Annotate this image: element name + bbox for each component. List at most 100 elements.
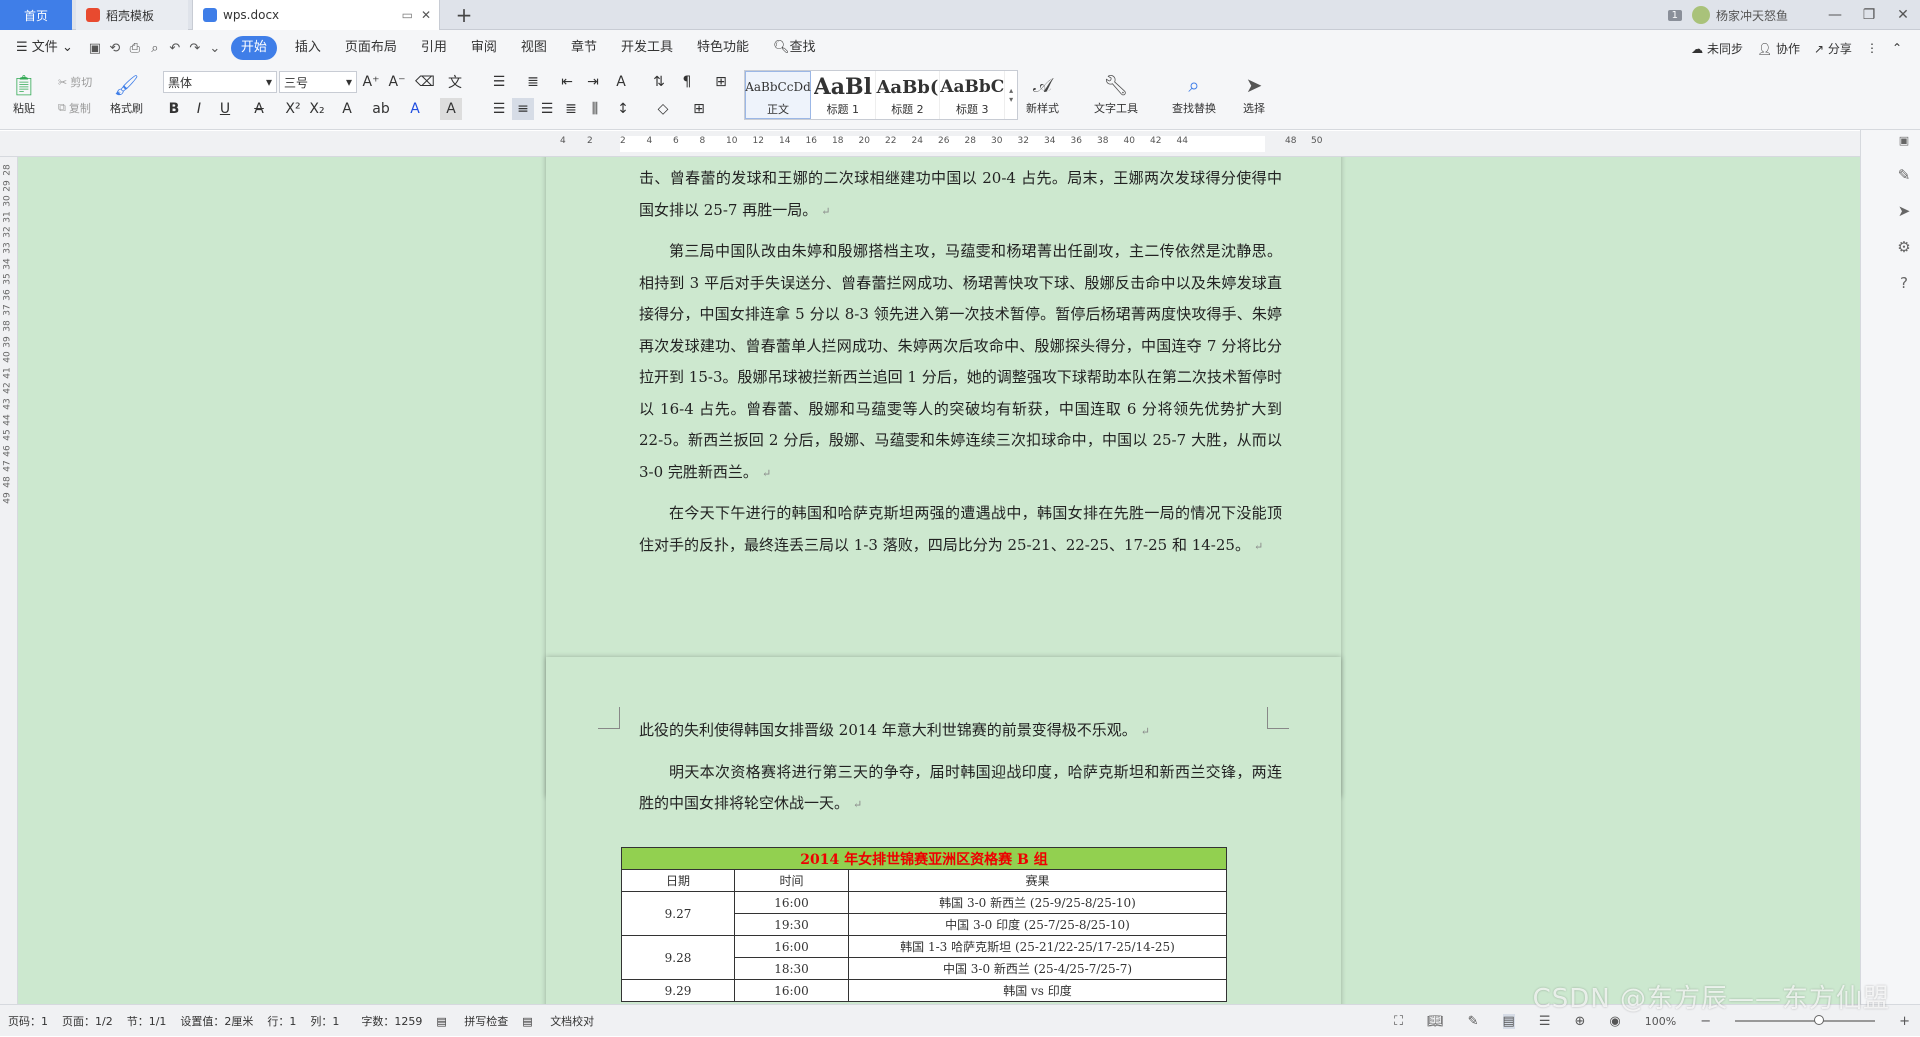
text-tools-button[interactable]: 🔧︎ 文字工具 [1094,72,1138,116]
status-pages[interactable]: 页面：1/2 [62,1013,113,1029]
pen-icon[interactable]: ✎ [1894,166,1914,186]
select-button[interactable]: ➤ 选择 [1240,72,1268,116]
paste-button[interactable]: 📋︎ 粘贴 [10,72,38,116]
new-tab-button[interactable]: + [452,3,476,27]
bullets-icon[interactable]: ☰ [488,71,510,93]
menu-review[interactable]: 审阅 [459,36,509,60]
quick-access-dropdown-icon[interactable]: ⌄ [205,38,225,58]
tab-pin-icon[interactable]: ▭ [402,8,413,22]
increase-indent-icon[interactable]: ⇥ [582,71,604,93]
status-row[interactable]: 行：1 [267,1013,296,1029]
undo-icon[interactable]: ↶ [165,38,185,58]
grow-font-icon[interactable]: A⁺ [360,71,382,93]
restore-icon[interactable]: ❐ [1852,7,1886,23]
status-section[interactable]: 节：1/1 [127,1013,167,1029]
zoom-level[interactable]: 100% [1645,1015,1676,1028]
tab-document[interactable]: wps.docx ▭ ✕ [192,0,440,30]
paragraph[interactable]: 此役的失利使得韩国女排晋级 2014 年意大利世锦赛的前景变得极不乐观。 ↵ [639,715,1282,748]
tab-home[interactable]: 首页 [0,0,72,30]
table-icon[interactable]: ⊞ [710,71,732,93]
chinese-layout-icon[interactable]: A [610,71,632,93]
menu-page-layout[interactable]: 页面布局 [333,36,409,60]
cut-button[interactable]: ✂ 剪切 [58,74,92,90]
user-name[interactable]: 杨家冲天怒鱼 [1716,7,1788,24]
underline-icon[interactable]: U [214,98,236,120]
proofread-button[interactable]: ▤ 文档校对 [522,1013,594,1029]
copy-button[interactable]: ⧉ 复制 [58,100,91,116]
strikethrough-icon[interactable]: A [248,98,270,120]
line-spacing-icon[interactable]: ↕ [612,98,634,120]
align-right-icon[interactable]: ☰ [536,98,558,120]
fullscreen-icon[interactable]: ⛶ [1394,1014,1403,1029]
more-icon[interactable]: ⋮ [1866,41,1878,55]
pointer-icon[interactable]: ➤ [1894,202,1914,222]
clear-format-icon[interactable]: ⌫ [414,71,436,93]
menu-features[interactable]: 特色功能 [685,36,761,60]
text-effect-icon[interactable]: A [336,98,358,120]
italic-icon[interactable]: I [188,98,210,120]
show-marks-icon[interactable]: ¶ [676,71,698,93]
zoom-in-icon[interactable]: + [1899,1014,1910,1029]
page-2-body[interactable]: 此役的失利使得韩国女排晋级 2014 年意大利世锦赛的前景变得极不乐观。 ↵ 明天本… [639,715,1282,830]
decrease-indent-icon[interactable]: ⇤ [556,71,578,93]
help-icon[interactable]: ? [1894,274,1914,294]
eye-protection-icon[interactable]: ◉ [1609,1014,1620,1029]
zoom-out-icon[interactable]: − [1700,1014,1711,1029]
align-left-icon[interactable]: ☰ [488,98,510,120]
font-family-select[interactable]: 黑体 ▾ [163,71,277,93]
avatar[interactable] [1691,6,1710,24]
shrink-font-icon[interactable]: A⁻ [386,71,408,93]
save-icon[interactable]: ▣ [85,38,105,58]
new-style-button[interactable]: 𝒜 新样式 [1026,72,1059,116]
status-setting[interactable]: 设置值：2厘米 [180,1013,253,1029]
align-center-icon[interactable]: ≡ [512,98,534,120]
distribute-icon[interactable]: ⫼ [584,98,606,120]
status-words[interactable]: 字数：1259 [361,1013,422,1029]
results-table[interactable]: 2014 年女排世锦赛亚洲区资格赛 B 组 日期 时间 赛果 9.27 16:0… [621,847,1227,1002]
phonetic-icon[interactable]: 文 [444,71,466,93]
spell-check-button[interactable]: ▤ 拼写检查 [436,1013,508,1029]
sync-button[interactable]: ☁ 未同步 [1691,40,1743,57]
font-color-icon[interactable]: A [404,98,426,120]
file-menu[interactable]: ☰ 文件 ⌄ [4,36,85,60]
paragraph[interactable]: 击、曾春蕾的发球和王娜的二次球相继建功中国以 20-4 占先。局末，王娜两次发球… [639,163,1282,227]
menu-chapter[interactable]: 章节 [559,36,609,60]
style-normal[interactable]: AaBbCcDd 正文 [745,71,811,119]
superscript-icon[interactable]: X² [282,98,304,120]
paragraph[interactable]: 在今天下午进行的韩国和哈萨克斯坦两强的遭遇战中，韩国女排在先胜一局的情况下没能顶… [639,498,1282,562]
status-page-num[interactable]: 页码：1 [8,1013,48,1029]
zoom-slider-knob[interactable] [1814,1015,1825,1025]
bold-icon[interactable]: B [163,98,185,120]
menu-insert[interactable]: 插入 [283,36,333,60]
tab-template[interactable]: 稻壳模板 [76,0,188,30]
menu-dev-tools[interactable]: 开发工具 [609,36,685,60]
shading-icon[interactable]: ◇ [652,98,674,120]
border-icon[interactable]: ⊞ [688,98,710,120]
paragraph[interactable]: 明天本次资格赛将进行第三天的争夺，届时韩国迎战印度，哈萨克斯坦和新西兰交锋，两连… [639,757,1282,821]
collab-button[interactable]: 👤︎ 协作 [1757,40,1800,57]
find-replace-button[interactable]: ⌕ 查找替换 [1172,72,1216,116]
outline-view-icon[interactable]: ☰ [1539,1014,1551,1029]
style-heading3[interactable]: AaBbC 标题 3 [940,71,1006,119]
horizontal-ruler[interactable]: 4 2 2 4 6 8 10 12 14 16 18 20 22 24 26 28 30 32 34 36 38 40 42… [0,131,1920,157]
collapse-ribbon-icon[interactable]: ⌃ [1892,41,1902,55]
write-mode-icon[interactable]: ✎ [1468,1014,1479,1029]
print-icon[interactable]: ⎙ [125,38,145,58]
web-view-icon[interactable]: ⊕ [1574,1014,1585,1029]
page-1-body[interactable]: 击、曾春蕾的发球和王娜的二次球相继建功中国以 20-4 占先。局末，王娜两次发球… [639,163,1282,571]
menu-view[interactable]: 视图 [509,36,559,60]
adjust-icon[interactable]: ⚙ [1894,238,1914,258]
print-preview-icon[interactable]: ⌕ [145,38,165,58]
paragraph[interactable]: 第三局中国队改由朱婷和殷娜搭档主攻，马蕴雯和杨珺菁出任副攻，主二传依然是沈静思。… [639,236,1282,489]
numbering-icon[interactable]: ≣ [522,71,544,93]
format-painter-button[interactable]: 🖌︎ 格式刷 [110,72,143,116]
share-button[interactable]: ↗ 分享 [1814,40,1852,57]
zoom-slider[interactable] [1735,1015,1876,1025]
highlight-icon[interactable]: ab [370,98,392,120]
menu-start[interactable]: 开始 [230,36,277,60]
style-heading2[interactable]: AaBb(标题 2 [876,71,941,119]
style-heading1[interactable]: AaBl 标题 1 [811,71,876,119]
justify-icon[interactable]: ≣ [560,98,582,120]
close-icon[interactable]: ✕ [1886,7,1920,23]
sort-icon[interactable]: ⇅ [648,71,670,93]
